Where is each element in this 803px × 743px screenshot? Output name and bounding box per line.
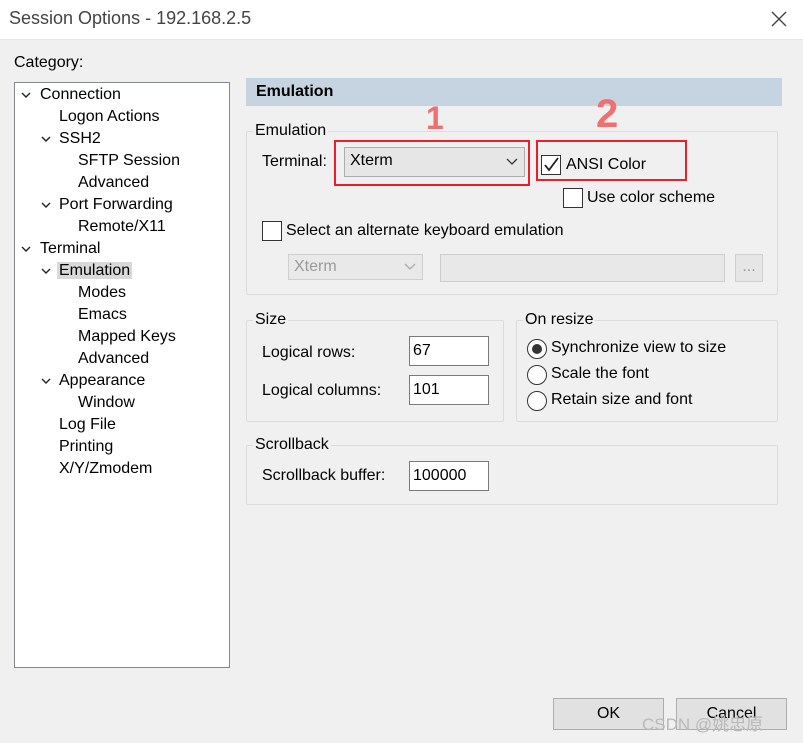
title-bar: Session Options - 192.168.2.5 [0, 0, 803, 40]
chevron-down-icon[interactable] [39, 128, 53, 150]
logical-rows-label: Logical rows: [262, 344, 356, 361]
scrollback-buffer-input[interactable]: 100000 [409, 461, 489, 491]
tree-item-printing[interactable]: Printing [57, 436, 115, 458]
synchronize-view-radio[interactable] [527, 339, 547, 359]
tree-item-sftp-session[interactable]: SFTP Session [76, 150, 182, 172]
logical-rows-input[interactable]: 67 [409, 336, 489, 366]
tree-item-ssh2[interactable]: SSH2 [39, 128, 103, 150]
chevron-down-icon[interactable] [19, 238, 33, 260]
tree-item-emulation-advanced[interactable]: Advanced [76, 348, 151, 370]
alt-keyboard-label: Select an alternate keyboard emulation [286, 222, 564, 239]
color-scheme-checkbox[interactable] [563, 188, 583, 208]
category-tree[interactable]: Connection Logon Actions SSH2 SFTP Sessi… [14, 82, 230, 668]
logical-columns-input[interactable]: 101 [409, 375, 489, 405]
tree-item-appearance[interactable]: Appearance [39, 370, 147, 392]
scale-font-label: Scale the font [551, 365, 649, 382]
tree-item-emulation[interactable]: Emulation [39, 260, 133, 282]
emulation-group-label: Emulation [253, 122, 329, 140]
scrollback-group-label: Scrollback [253, 436, 331, 454]
synchronize-view-label: Synchronize view to size [551, 339, 727, 356]
size-group-label: Size [253, 311, 289, 329]
tree-item-ssh2-advanced[interactable]: Advanced [76, 172, 151, 194]
logical-columns-label: Logical columns: [262, 382, 382, 399]
alt-keyboard-checkbox[interactable] [262, 221, 282, 241]
retain-size-radio[interactable] [527, 391, 547, 411]
color-scheme-label: Use color scheme [587, 189, 716, 206]
chevron-down-icon[interactable] [39, 194, 53, 216]
chevron-down-icon[interactable] [39, 370, 53, 392]
tree-item-terminal[interactable]: Terminal [19, 238, 102, 260]
tree-item-connection[interactable]: Connection [19, 84, 123, 106]
chevron-down-icon[interactable] [19, 84, 33, 106]
tree-item-window[interactable]: Window [76, 392, 137, 414]
browse-button[interactable]: ... [735, 254, 763, 282]
tree-item-mapped-keys[interactable]: Mapped Keys [76, 326, 178, 348]
scrollback-buffer-label: Scrollback buffer: [262, 467, 386, 484]
close-icon [771, 11, 787, 27]
highlight-box-ansi-color [536, 140, 687, 181]
chevron-down-icon [404, 255, 416, 279]
tree-item-remote-x11[interactable]: Remote/X11 [76, 216, 168, 238]
window-title: Session Options - 192.168.2.5 [9, 8, 252, 28]
annotation-number-2: 2 [596, 92, 619, 136]
tree-item-xyzmodem[interactable]: X/Y/Zmodem [57, 458, 154, 480]
tree-item-modes[interactable]: Modes [76, 282, 128, 304]
alt-keyboard-select[interactable]: Xterm [288, 254, 423, 280]
tree-item-logon-actions[interactable]: Logon Actions [57, 106, 162, 128]
category-label: Category: [14, 54, 84, 71]
tree-item-port-forwarding[interactable]: Port Forwarding [39, 194, 175, 216]
watermark: CSDN @姚忠原 [642, 715, 764, 734]
alt-keyboard-input[interactable] [440, 254, 725, 282]
annotation-number-1: 1 [426, 100, 444, 136]
panel-header: Emulation [246, 78, 782, 106]
tree-item-log-file[interactable]: Log File [57, 414, 118, 436]
tree-item-emacs[interactable]: Emacs [76, 304, 129, 326]
alt-keyboard-select-value: Xterm [294, 258, 337, 275]
scale-font-radio[interactable] [527, 365, 547, 385]
chevron-down-icon[interactable] [39, 260, 53, 282]
close-button[interactable] [764, 5, 794, 33]
on-resize-group-label: On resize [523, 311, 596, 329]
retain-size-label: Retain size and font [551, 391, 693, 408]
terminal-label: Terminal: [262, 153, 327, 170]
highlight-box-terminal [334, 140, 530, 186]
